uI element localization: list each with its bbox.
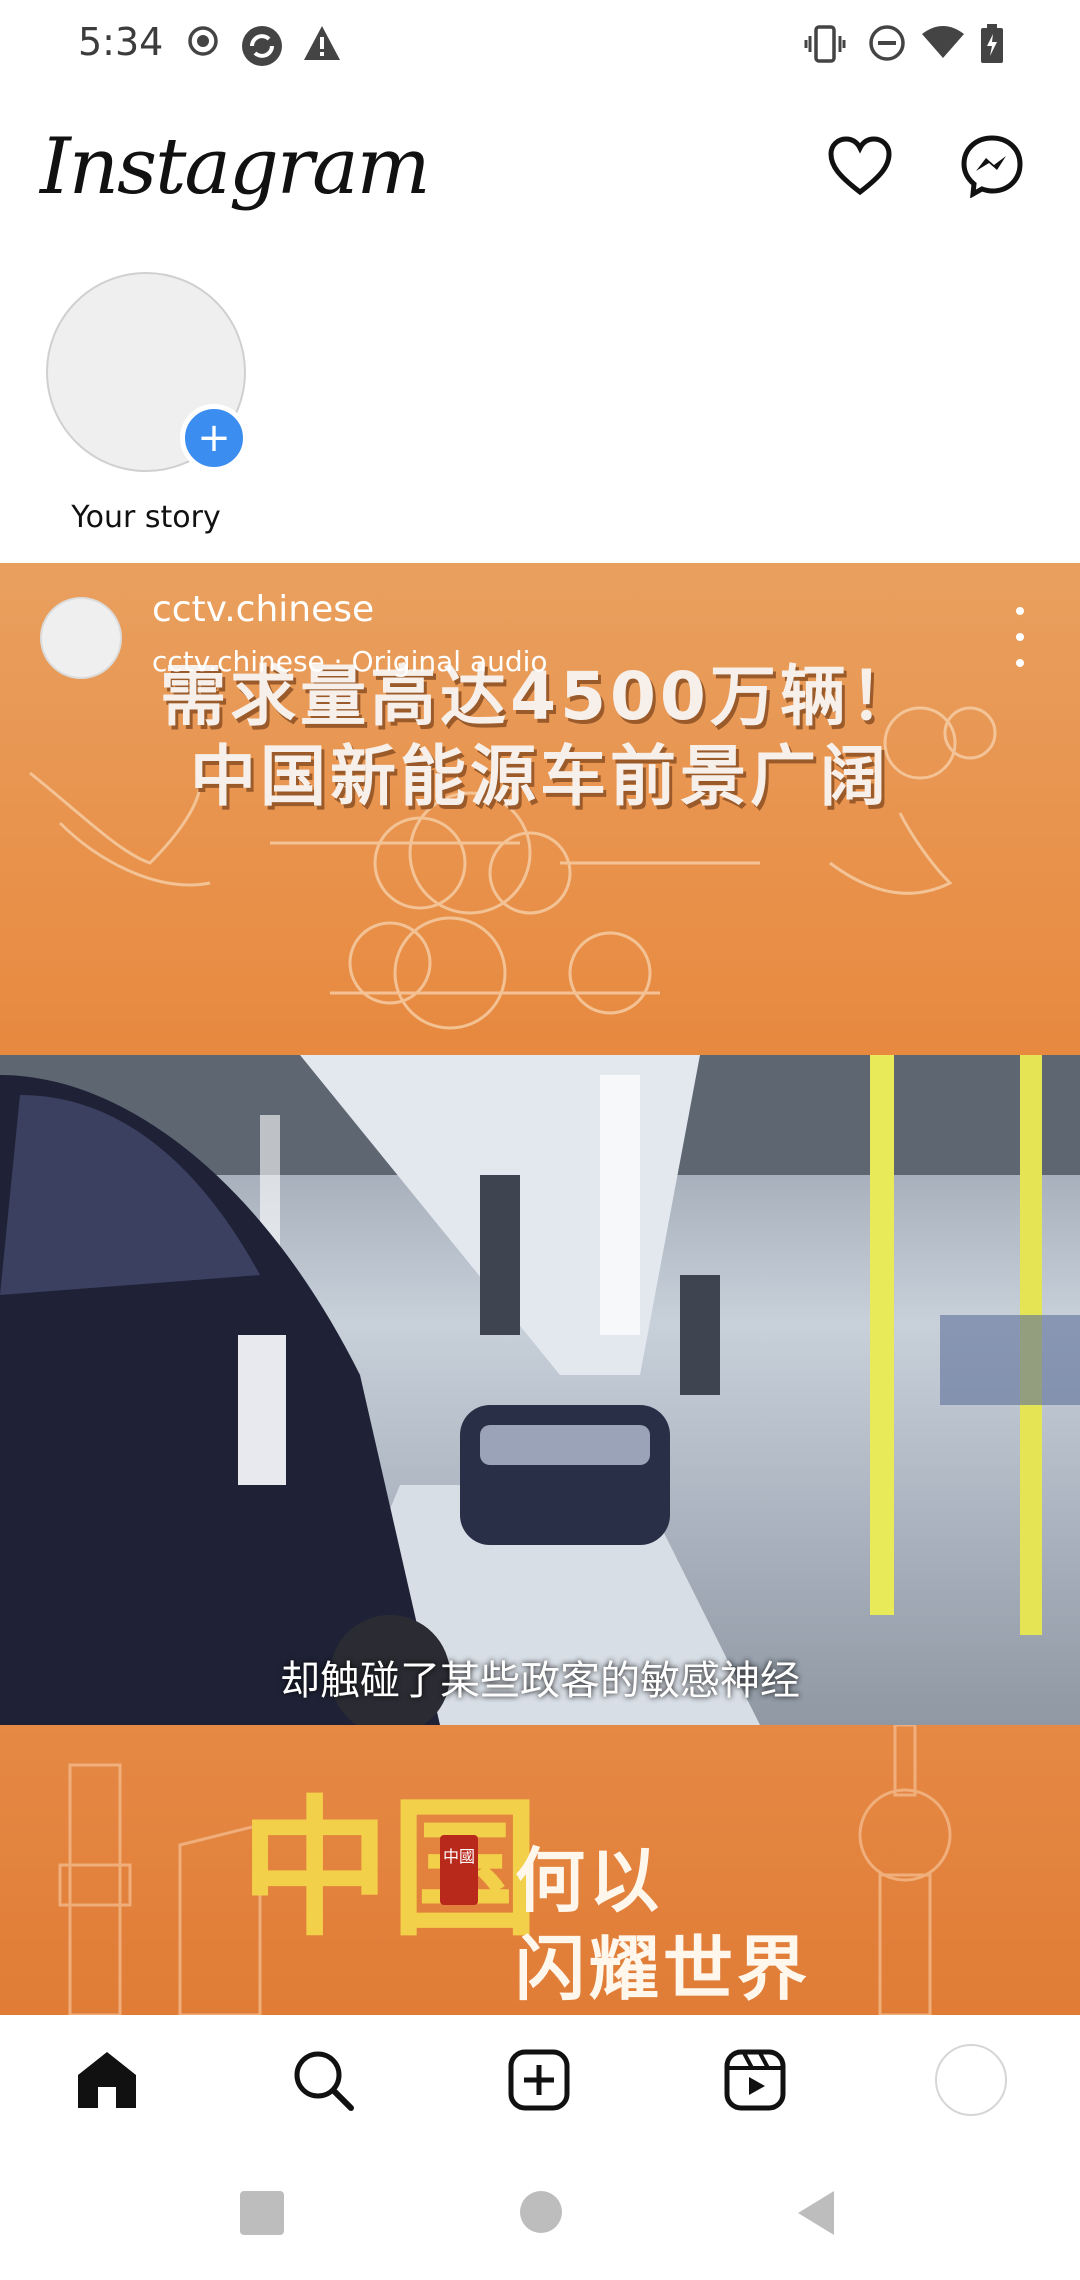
wifi-icon (922, 26, 964, 58)
back-button[interactable] (794, 2189, 838, 2237)
more-dot (1016, 607, 1024, 615)
bottom-line-2: 闪耀世界 (515, 1928, 811, 2010)
battery-icon (981, 24, 1003, 63)
factory-scene (0, 1055, 1080, 1725)
record-icon (188, 26, 218, 56)
nav-create[interactable] (502, 2043, 576, 2117)
bottom-seal: 中國 (440, 1835, 478, 1905)
more-dot (1016, 633, 1024, 641)
app-header: Instagram (0, 110, 1080, 230)
system-nav-bar (0, 2145, 1080, 2280)
post-avatar[interactable] (40, 597, 122, 679)
nav-profile[interactable] (934, 2043, 1008, 2117)
profile-avatar (935, 2044, 1007, 2116)
home-button[interactable] (520, 2191, 562, 2233)
nav-reels[interactable] (718, 2043, 792, 2117)
bottom-nav (0, 2015, 1080, 2145)
stories-tray: + Your story (0, 260, 1080, 560)
post-banner-bottom: 中国 中國 何以 闪耀世界 (0, 1725, 1080, 2015)
status-time: 5:34 (78, 20, 164, 64)
create-icon (508, 2049, 570, 2111)
heart-icon (828, 136, 892, 196)
sync-icon (242, 26, 282, 66)
home-icon (78, 2052, 136, 2108)
video-subtitle: 却触碰了某些政客的敏感神经 (280, 1658, 800, 1704)
feed-post[interactable]: 需求量高达4500万辆！ 中国新能源车前景广阔 却触碰了某些政客的敏感神经 中国… (0, 563, 1080, 2015)
post-more-button[interactable] (1000, 607, 1040, 667)
add-story-icon[interactable]: + (180, 404, 248, 472)
post-audio-label[interactable]: cctv.chinese · Original audio (152, 645, 548, 678)
post-header: cctv.chinese cctv.chinese · Original aud… (0, 563, 1080, 693)
bottom-big-char: 中国 (240, 1783, 541, 1957)
reels-icon (724, 2049, 786, 2111)
notifications-button[interactable] (820, 126, 900, 206)
messenger-button[interactable] (952, 126, 1032, 206)
dnd-icon (869, 25, 905, 61)
instagram-logo: Instagram (40, 122, 431, 212)
factory-photo (0, 1055, 1080, 1725)
vibrate-icon (804, 25, 846, 63)
recents-button[interactable] (240, 2191, 284, 2235)
status-bar: 5:34 (0, 0, 1080, 90)
story-label: Your story (71, 500, 221, 535)
warning-icon (304, 26, 340, 60)
more-dot (1016, 659, 1024, 667)
search-icon (294, 2051, 354, 2111)
bottom-line-1: 何以 (515, 1840, 663, 1922)
post-username[interactable]: cctv.chinese (152, 589, 374, 630)
nav-home[interactable] (70, 2043, 144, 2117)
post-headline-2: 中国新能源车前景广阔 (190, 738, 890, 815)
nav-search[interactable] (286, 2043, 360, 2117)
messenger-icon (961, 135, 1023, 198)
